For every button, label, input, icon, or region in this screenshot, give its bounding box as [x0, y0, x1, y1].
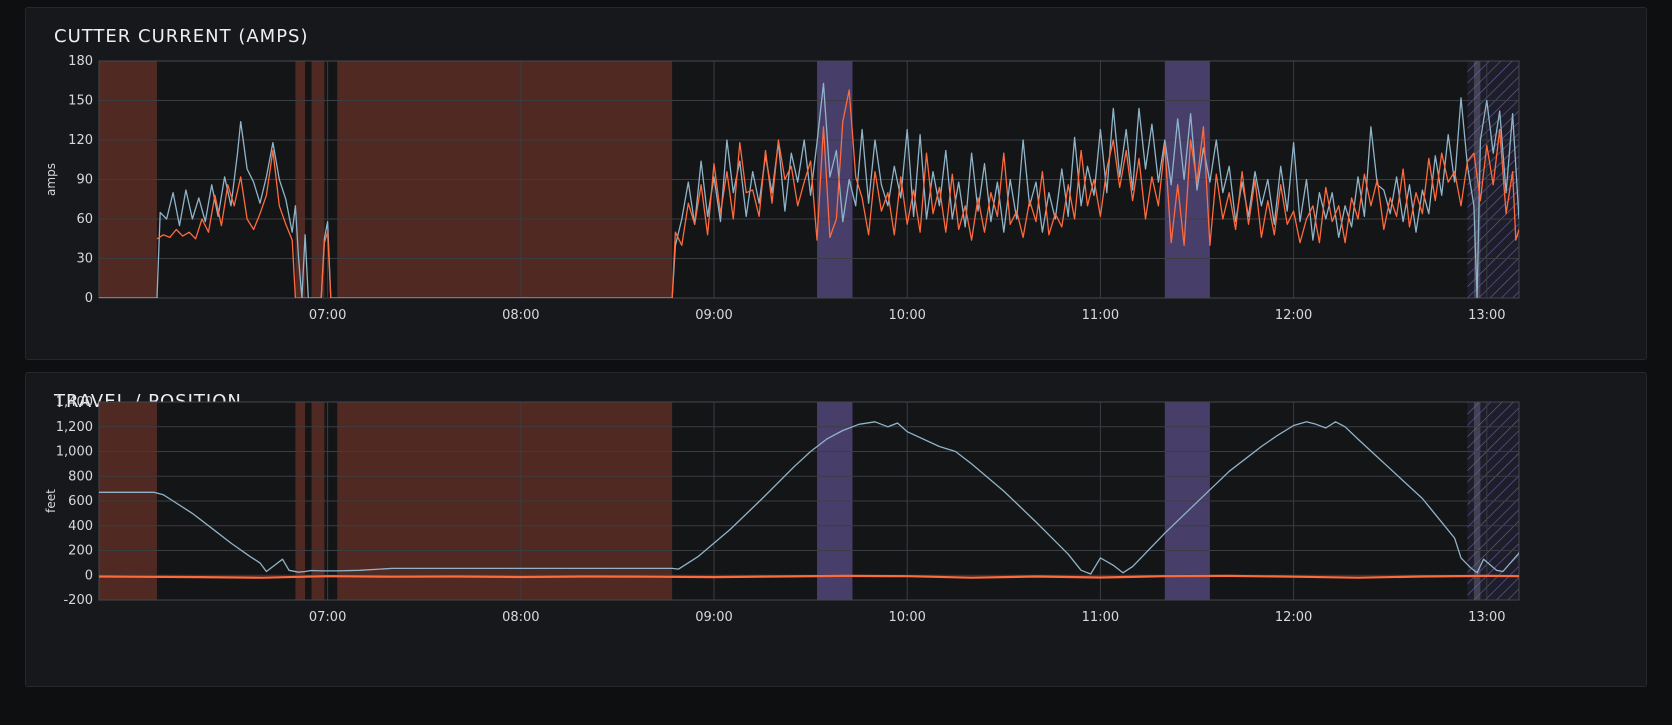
y-tick-label: 60 — [76, 212, 93, 227]
y-tick-label: 0 — [85, 568, 93, 583]
x-tick-label: 10:00 — [888, 308, 925, 323]
x-tick-label: 11:00 — [1082, 308, 1119, 323]
cutter-current-panel: CUTTER CURRENT (AMPS) 0 30 60 90 120 150 180 07… — [25, 7, 1647, 360]
y-tick-label: 200 — [68, 544, 93, 559]
x-tick-label: 07:00 — [309, 610, 346, 625]
y-tick-label: 90 — [76, 173, 93, 188]
y-tick-label: 0 — [85, 291, 93, 306]
x-tick-label: 10:00 — [888, 610, 925, 625]
y-tick-label: 30 — [76, 252, 93, 267]
x-tick-label: 08:00 — [502, 610, 539, 625]
x-tick-label: 13:00 — [1468, 610, 1505, 625]
y-tick-label: 600 — [68, 494, 93, 509]
y-tick-label: 800 — [68, 469, 93, 484]
travel-position-panel: TRAVEL / POSITION -20002004006008001,000… — [25, 372, 1647, 687]
y-tick-label: 150 — [68, 94, 93, 109]
x-tick-label: 09:00 — [695, 308, 732, 323]
y-tick-label: 180 — [68, 54, 93, 69]
x-tick-label: 07:00 — [309, 308, 346, 323]
x-tick-label: 11:00 — [1082, 610, 1119, 625]
y-tick-label: 400 — [68, 519, 93, 534]
travel-position-chart: -200 0 200 400 600 800 1,000 1,200 1,400 07:00 08:… — [44, 395, 1520, 625]
y-tick-label: -200 — [63, 593, 93, 608]
y-axis-label: feet — [44, 489, 58, 513]
y-axis-label: amps — [44, 163, 58, 196]
y-tick-label: 1,400 — [56, 395, 93, 410]
y-tick-label: 1,000 — [56, 445, 93, 460]
y-tick-label: 1,200 — [56, 420, 93, 435]
cutter-current-chart: 0 30 60 90 120 150 180 07:00 08:00 09:00 10:00 11:0… — [44, 54, 1520, 323]
x-tick-label: 09:00 — [695, 610, 732, 625]
x-tick-label: 13:00 — [1468, 308, 1505, 323]
x-tick-label: 12:00 — [1275, 308, 1312, 323]
x-tick-label: 08:00 — [502, 308, 539, 323]
y-tick-label: 120 — [68, 133, 93, 148]
x-tick-label: 12:00 — [1275, 610, 1312, 625]
